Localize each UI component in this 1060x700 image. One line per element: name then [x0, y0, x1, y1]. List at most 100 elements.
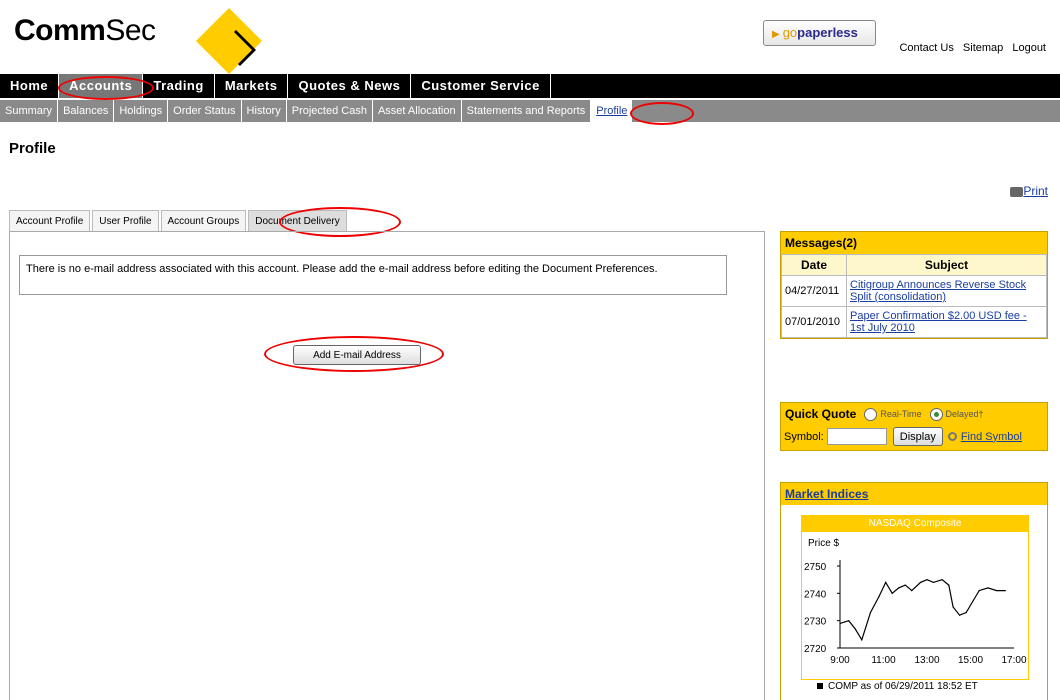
- chart-data-point: [919, 581, 922, 583]
- nav-accounts[interactable]: Accounts: [59, 74, 144, 98]
- chart-data-point: [869, 611, 872, 614]
- chart-x-tick-label: 11:00: [871, 655, 896, 666]
- quick-quote-form: Symbol: Display Find Symbol: [781, 425, 1047, 450]
- messages-table: Date Subject 04/27/2011 Citigroup Announ…: [781, 254, 1047, 338]
- contact-us-link[interactable]: Contact Us: [899, 42, 953, 54]
- tab-account-groups[interactable]: Account Groups: [160, 210, 247, 232]
- quick-quote-title: Quick Quote: [785, 407, 857, 421]
- profile-tabs: Account Profile User Profile Account Gro…: [9, 210, 349, 232]
- subnav-summary[interactable]: Summary: [0, 100, 59, 122]
- chart-series-line: [839, 579, 1006, 642]
- header: CommSec ▶ gopaperless Contact Us Sitemap …: [0, 0, 1060, 74]
- tab-user-profile[interactable]: User Profile: [92, 210, 159, 232]
- chart-data-point: [972, 600, 974, 603]
- nasdaq-chart: NASDAQ Composite Price $ 2720 2730 2740 2750…: [801, 515, 1029, 680]
- chart-data-point: [848, 620, 850, 622]
- chart-data-point: [987, 587, 989, 589]
- message-date: 07/01/2010: [781, 306, 847, 338]
- subnav-history[interactable]: History: [242, 100, 287, 122]
- sub-nav: Summary Balances Holdings Order Status H…: [0, 100, 1060, 122]
- page-title: Profile: [9, 140, 56, 157]
- nav-customer-service[interactable]: Customer Service: [411, 74, 551, 98]
- messages-title: Messages(2): [781, 232, 1047, 254]
- chart-x-tick-label: 13:00: [914, 655, 939, 666]
- print-label[interactable]: Print: [1023, 184, 1048, 198]
- realtime-radio[interactable]: [864, 407, 878, 421]
- commsec-logo[interactable]: CommSec: [14, 14, 156, 48]
- nav-trading[interactable]: Trading: [143, 74, 215, 98]
- document-delivery-panel: There is no e-mail address associated wi…: [9, 231, 765, 700]
- quick-quote-box: Quick Quote Real-Time Delayed† Symbol: D…: [780, 402, 1048, 451]
- utility-links: Contact Us Sitemap Logout: [893, 42, 1046, 54]
- no-email-notice: There is no e-mail address associated wi…: [19, 255, 727, 295]
- legend-square-icon: [817, 683, 823, 689]
- add-email-address-button[interactable]: Add E-mail Address: [293, 345, 421, 365]
- nav-quotes-news[interactable]: Quotes & News: [288, 74, 412, 98]
- realtime-label: Real-Time: [880, 409, 922, 419]
- chart-data-point: [941, 579, 943, 581]
- message-date: 04/27/2011: [781, 275, 847, 307]
- message-subject-link[interactable]: Citigroup Announces Reverse Stock Split …: [850, 279, 1026, 303]
- display-button[interactable]: Display: [892, 427, 943, 446]
- find-symbol-link[interactable]: Find Symbol: [961, 431, 1022, 443]
- chart-y-tick-label: 2730: [804, 617, 827, 628]
- chart-data-point: [911, 590, 913, 592]
- logout-link[interactable]: Logout: [1012, 42, 1046, 54]
- print-link[interactable]: Print: [1010, 184, 1048, 198]
- chart-data-point: [965, 611, 967, 614]
- market-indices-box: Market Indices NASDAQ Composite Price $ 2…: [780, 482, 1048, 700]
- table-row: 07/01/2010 Paper Confirmation $2.00 USD …: [781, 306, 1047, 338]
- chart-data-point: [959, 614, 961, 616]
- search-icon: [947, 432, 957, 441]
- chart-data-point: [891, 592, 893, 594]
- printer-icon: [1010, 186, 1024, 197]
- chart-data-point: [878, 595, 880, 597]
- chart-footer-text: COMP as of 06/29/2011 18:52 ET: [828, 681, 978, 692]
- chart-y-tick-label: 2740: [804, 589, 827, 600]
- subnav-holdings[interactable]: Holdings: [114, 100, 169, 122]
- chart-data-point: [885, 581, 887, 583]
- market-indices-link[interactable]: Market Indices: [785, 487, 868, 501]
- chart-data-point: [898, 587, 900, 589]
- market-indices-header: Market Indices: [781, 483, 1047, 505]
- subnav-order-status[interactable]: Order Status: [168, 100, 242, 122]
- commsec-diamond-icon: [196, 8, 262, 74]
- subnav-projected-cash[interactable]: Projected Cash: [287, 100, 373, 122]
- sitemap-link[interactable]: Sitemap: [963, 42, 1003, 54]
- chart-y-tick-label: 2750: [804, 562, 827, 573]
- chart-data-point: [926, 579, 928, 581]
- messages-col-subject: Subject: [846, 254, 1047, 276]
- chart-data-point: [904, 584, 906, 586]
- chart-title: NASDAQ Composite: [802, 516, 1028, 532]
- chart-y-tick-label: 2720: [804, 644, 827, 655]
- chart-data-point: [1004, 590, 1006, 592]
- quick-quote-header: Quick Quote Real-Time Delayed†: [781, 403, 1047, 425]
- symbol-label: Symbol:: [784, 430, 824, 443]
- message-subject-link[interactable]: Paper Confirmation $2.00 USD fee - 1st J…: [850, 310, 1027, 334]
- chart-x-tick-label: 9:00: [830, 655, 850, 666]
- play-arrow-icon: ▶: [772, 29, 780, 40]
- table-row: 04/27/2011 Citigroup Announces Reverse S…: [781, 275, 1047, 307]
- tab-account-profile[interactable]: Account Profile: [9, 210, 91, 232]
- nav-markets[interactable]: Markets: [215, 74, 289, 98]
- messages-box: Messages(2) Date Subject 04/27/2011 Citi…: [780, 231, 1048, 339]
- chart-data-point: [952, 606, 954, 608]
- chart-plot: Price $ 2720 2730 2740 2750 9:00 11:00 13:00 15:…: [804, 538, 1027, 666]
- subnav-balances[interactable]: Balances: [58, 100, 115, 122]
- delayed-label: Delayed†: [945, 409, 984, 419]
- chart-data-point: [839, 622, 841, 624]
- delayed-radio[interactable]: [929, 407, 943, 421]
- chart-data-point: [861, 639, 863, 641]
- chart-x-tick-label: 17:00: [1001, 655, 1026, 666]
- subnav-profile[interactable]: Profile: [591, 100, 633, 122]
- go-paperless-button[interactable]: ▶ gopaperless: [763, 20, 876, 46]
- nav-home[interactable]: Home: [0, 74, 60, 98]
- subnav-asset-allocation[interactable]: Asset Allocation: [373, 100, 462, 122]
- chart-x-tick-label: 15:00: [958, 655, 983, 666]
- messages-col-date: Date: [781, 254, 847, 276]
- tab-document-delivery[interactable]: Document Delivery: [248, 210, 347, 232]
- chart-data-point: [996, 590, 998, 592]
- chart-y-label: Price $: [808, 538, 840, 549]
- symbol-input[interactable]: [826, 428, 887, 445]
- subnav-statements-reports[interactable]: Statements and Reports: [462, 100, 592, 122]
